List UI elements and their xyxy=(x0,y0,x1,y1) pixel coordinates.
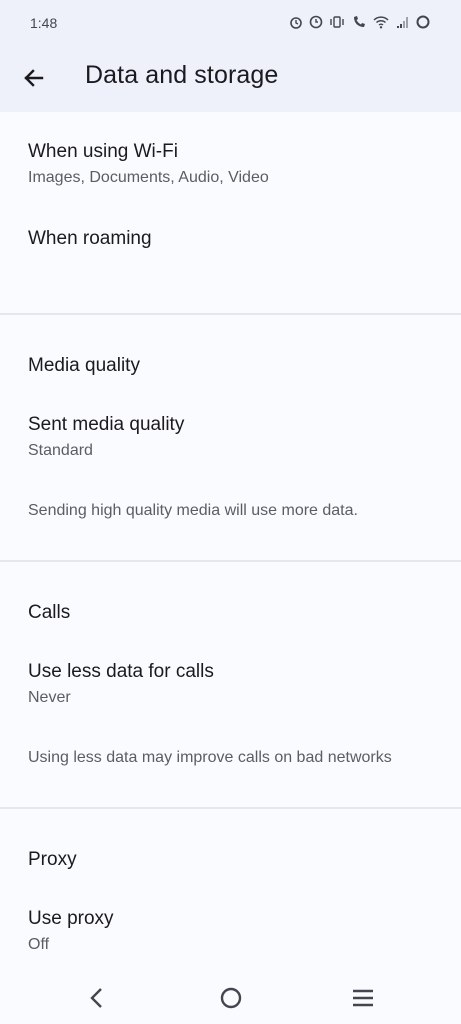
status-time: 1:48 xyxy=(30,15,58,31)
signal-icon xyxy=(397,17,408,28)
nav-home-icon[interactable] xyxy=(218,984,244,1012)
item-subtitle: Never xyxy=(28,689,71,706)
status-bar: 1:48 xyxy=(0,0,461,48)
section-divider xyxy=(0,807,461,809)
item-title: Use proxy xyxy=(28,908,114,929)
section-divider xyxy=(0,560,461,562)
use-less-data-for-calls-item[interactable]: Use less data for calls Never xyxy=(28,661,214,707)
status-icons xyxy=(289,14,431,30)
wifi-call-icon xyxy=(354,16,365,27)
back-arrow-icon[interactable] xyxy=(18,62,50,94)
wifi-icon xyxy=(373,16,389,29)
sent-media-quality-item[interactable]: Sent media quality Standard xyxy=(28,414,184,460)
nav-recents-icon[interactable] xyxy=(351,984,375,1012)
media-quality-header: Media quality xyxy=(28,355,140,376)
item-subtitle: Off xyxy=(28,936,50,953)
when-using-wifi-item[interactable]: When using Wi-Fi Images, Documents, Audi… xyxy=(28,141,269,187)
calls-note: Using less data may improve calls on bad… xyxy=(28,749,392,766)
battery-saver-icon xyxy=(416,15,430,29)
item-title: Use less data for calls xyxy=(28,661,214,682)
app-bar: Data and storage xyxy=(0,48,461,112)
nav-back-icon[interactable] xyxy=(85,984,109,1012)
section-divider xyxy=(0,313,461,315)
item-title: When using Wi-Fi xyxy=(28,141,178,162)
item-title: When roaming xyxy=(28,228,152,249)
alarm-icon xyxy=(290,17,302,29)
item-subtitle: Standard xyxy=(28,442,93,459)
media-quality-note: Sending high quality media will use more… xyxy=(28,502,358,519)
when-roaming-item[interactable]: When roaming xyxy=(28,228,152,250)
alarm-clock-icon xyxy=(309,15,323,29)
vibrate-icon xyxy=(330,16,344,28)
item-title: Sent media quality xyxy=(28,414,185,435)
system-nav-bar xyxy=(0,970,461,1024)
proxy-header: Proxy xyxy=(28,849,77,870)
calls-header: Calls xyxy=(28,602,71,623)
item-subtitle: Images, Documents, Audio, Video xyxy=(28,169,269,186)
page-title: Data and storage xyxy=(85,61,279,89)
use-proxy-item[interactable]: Use proxy Off xyxy=(28,908,114,954)
